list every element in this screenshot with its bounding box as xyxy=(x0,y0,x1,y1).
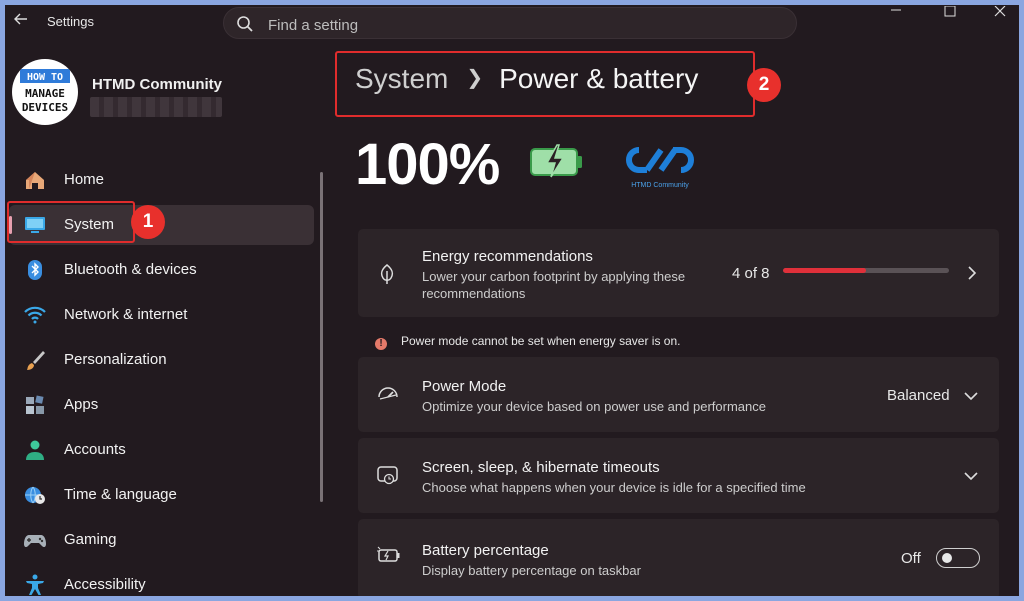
sidebar-item-time-language[interactable]: Time & language xyxy=(9,475,314,515)
progress-fill xyxy=(783,268,866,273)
chevron-right-icon: ❯ xyxy=(466,67,484,89)
minimize-icon xyxy=(891,9,901,11)
card-description: Optimize your device based on power use … xyxy=(422,399,766,414)
breadcrumb-parent[interactable]: System xyxy=(355,63,448,94)
close-icon xyxy=(994,5,1006,17)
avatar-text-top: HOW TO xyxy=(27,72,63,83)
gauge-icon xyxy=(378,387,398,400)
energy-saver-warning: ! Power mode cannot be set when energy sa… xyxy=(375,334,681,350)
sidebar-item-label: Accounts xyxy=(64,441,126,458)
avatar-text-bot: DEVICES xyxy=(22,101,68,114)
card-title: Battery percentage xyxy=(422,542,549,559)
minimize-button[interactable] xyxy=(873,5,919,25)
logo-text: HTMD Community xyxy=(631,182,689,189)
search-box[interactable] xyxy=(223,7,797,39)
breadcrumb: System ❯ Power & battery xyxy=(355,63,698,95)
recommendation-progress-bar xyxy=(783,268,949,273)
warning-icon: ! xyxy=(375,338,387,350)
sidebar-item-personalization[interactable]: Personalization xyxy=(9,340,314,380)
gamepad-icon xyxy=(24,535,46,548)
search-icon xyxy=(237,16,253,32)
page-title: Power & battery xyxy=(499,63,699,94)
sidebar-item-accounts[interactable]: Accounts xyxy=(9,430,314,470)
back-button[interactable] xyxy=(11,11,31,31)
htmd-community-logo: HTMD Community xyxy=(626,147,694,189)
avatar[interactable]: HOW TO MANAGE DEVICES xyxy=(12,59,78,125)
home-icon xyxy=(26,172,44,189)
toggle-knob xyxy=(942,553,952,563)
annotation-badge-2: 2 xyxy=(747,68,781,102)
close-button[interactable] xyxy=(977,5,1019,25)
sidebar-item-label: Gaming xyxy=(64,531,117,548)
user-email-redacted xyxy=(90,97,222,117)
leaf-icon xyxy=(380,264,394,284)
sidebar-item-gaming[interactable]: Gaming xyxy=(9,520,314,560)
warning-text: Power mode cannot be set when energy sav… xyxy=(401,334,681,348)
sidebar-item-label: Time & language xyxy=(64,486,177,503)
card-title: Power Mode xyxy=(422,378,507,395)
power-mode-value[interactable]: Balanced xyxy=(887,387,950,404)
sidebar-item-home[interactable]: Home xyxy=(9,160,314,200)
globe-clock-icon xyxy=(25,486,45,504)
battery-icon xyxy=(377,546,400,562)
card-title: Energy recommendations xyxy=(422,248,593,265)
energy-recommendations-card[interactable]: Energy recommendations Lower your carbon… xyxy=(358,229,999,317)
sidebar-item-label: Personalization xyxy=(64,351,167,368)
card-description: Display battery percentage on taskbar xyxy=(422,563,641,578)
chevron-down-icon[interactable] xyxy=(964,471,978,481)
annotation-badge-1: 1 xyxy=(131,205,165,239)
person-icon xyxy=(26,440,44,460)
sidebar-item-bluetooth[interactable]: Bluetooth & devices xyxy=(9,250,314,290)
settings-window: Settings HOW TO MANAGE DEVICES HTMD Comm… xyxy=(5,5,1019,596)
sidebar-item-label: Accessibility xyxy=(64,576,146,593)
search-input[interactable] xyxy=(266,13,770,37)
avatar-text-mid: MANAGE xyxy=(25,87,65,100)
user-name: HTMD Community xyxy=(92,76,222,93)
sidebar-item-apps[interactable]: Apps xyxy=(9,385,314,425)
card-description: Choose what happens when your device is … xyxy=(422,480,806,495)
recommendation-count: 4 of 8 xyxy=(732,265,770,282)
sidebar-item-label: Network & internet xyxy=(64,306,188,323)
maximize-button[interactable] xyxy=(927,5,973,25)
screen-sleep-card[interactable]: Screen, sleep, & hibernate timeouts Choo… xyxy=(358,438,999,513)
apps-icon xyxy=(26,395,44,414)
accessibility-icon xyxy=(26,574,44,595)
toggle-state-label: Off xyxy=(901,550,921,567)
battery-percentage-toggle[interactable] xyxy=(936,548,980,568)
chevron-right-icon xyxy=(968,266,977,280)
card-title: Screen, sleep, & hibernate timeouts xyxy=(422,459,660,476)
sidebar-item-label: Apps xyxy=(64,396,99,413)
chevron-down-icon[interactable] xyxy=(964,391,978,401)
window-title: Settings xyxy=(47,14,94,29)
highlight-box-system xyxy=(7,201,135,243)
bluetooth-icon xyxy=(28,260,42,280)
screen-timeout-icon xyxy=(377,466,398,485)
sidebar-scrollbar[interactable] xyxy=(320,172,323,502)
maximize-icon xyxy=(944,5,956,17)
sidebar-item-label: Home xyxy=(64,171,105,188)
power-mode-card[interactable]: Power Mode Optimize your device based on… xyxy=(358,357,999,432)
battery-percentage-card[interactable]: Battery percentage Display battery perce… xyxy=(358,519,999,596)
sidebar-item-accessibility[interactable]: Accessibility xyxy=(9,565,314,596)
title-bar: Settings xyxy=(5,5,1019,39)
battery-charging-icon xyxy=(530,144,582,178)
battery-percent: 100% xyxy=(355,132,500,197)
brush-icon xyxy=(27,351,45,370)
how-to-manage-devices-logo: HOW TO MANAGE DEVICES xyxy=(13,60,77,124)
arrow-left-icon xyxy=(14,13,27,25)
card-description-line2: recommendations xyxy=(422,286,526,301)
sidebar-item-network[interactable]: Network & internet xyxy=(9,295,314,335)
wifi-icon xyxy=(24,306,46,324)
card-description: Lower your carbon footprint by applying … xyxy=(422,269,686,284)
sidebar-item-label: Bluetooth & devices xyxy=(64,261,197,278)
